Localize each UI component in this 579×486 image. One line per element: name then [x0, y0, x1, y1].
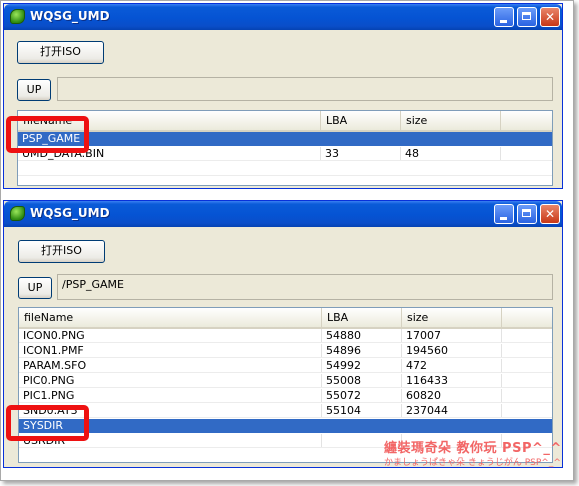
- list-item[interactable]: PSP_GAME: [18, 132, 552, 146]
- filename-cell: ICON0.PNG: [19, 329, 322, 343]
- size-cell: 17007: [402, 329, 502, 343]
- size-cell: [401, 132, 501, 146]
- up-button[interactable]: UP: [17, 79, 51, 101]
- list-item[interactable]: ICON1.PMF 54896 194560: [19, 344, 552, 358]
- open-iso-button[interactable]: 打开ISO: [18, 240, 105, 263]
- size-cell: 116433: [402, 374, 502, 388]
- list-item[interactable]: UMD_DATA.BIN 33 48: [18, 147, 552, 161]
- lba-cell: [321, 132, 401, 146]
- close-button[interactable]: ✕: [540, 204, 560, 224]
- list-item[interactable]: ICON0.PNG 54880 17007: [19, 329, 552, 343]
- list-item[interactable]: SND0.AT3 55104 237044: [19, 404, 552, 418]
- minimize-icon: [500, 217, 507, 220]
- size-cell: 237044: [402, 404, 502, 418]
- maximize-icon: [522, 209, 531, 217]
- filename-cell: ICON1.PMF: [19, 344, 322, 358]
- list-item[interactable]: PIC0.PNG 55008 116433: [19, 374, 552, 388]
- title-bar[interactable]: WQSG_UMD ✕: [4, 201, 562, 227]
- lba-cell: 54896: [322, 344, 402, 358]
- app-icon: [10, 206, 25, 221]
- minimize-button[interactable]: [494, 204, 514, 224]
- column-header-lba[interactable]: LBA: [321, 111, 401, 130]
- list-header: fileName LBA size: [19, 308, 552, 329]
- filename-cell: PARAM.SFO: [19, 359, 322, 373]
- column-header-size[interactable]: size: [401, 111, 501, 130]
- close-icon: ✕: [544, 10, 556, 24]
- lba-cell: [322, 419, 402, 433]
- app-icon: [10, 9, 25, 24]
- watermark-line-1: 纏裝瑪奇朵 教你玩 PSP^_^: [384, 441, 562, 456]
- close-icon: ✕: [544, 207, 556, 221]
- empty-row: [18, 162, 552, 176]
- list-item[interactable]: PIC1.PNG 55072 60820: [19, 389, 552, 403]
- watermark-line-2: かましょうぱきゃ朵 きょうじがん PSP^_^: [384, 458, 561, 468]
- column-header-lba[interactable]: LBA: [322, 308, 402, 327]
- maximize-button[interactable]: [517, 204, 537, 224]
- file-list[interactable]: fileName LBA size PSP_GAME UMD_DATA.BIN …: [17, 110, 553, 186]
- lba-cell: 54992: [322, 359, 402, 373]
- list-header: fileName LBA size: [18, 111, 552, 132]
- highlight-callout-psp-game: [6, 116, 89, 153]
- filename-cell: PIC0.PNG: [19, 374, 322, 388]
- size-cell: 60820: [402, 389, 502, 403]
- up-button[interactable]: UP: [18, 277, 52, 299]
- lba-cell: 33: [321, 147, 401, 161]
- size-cell: 194560: [402, 344, 502, 358]
- close-button[interactable]: ✕: [540, 7, 560, 27]
- size-cell: 48: [401, 147, 501, 161]
- title-bar[interactable]: WQSG_UMD ✕: [4, 4, 562, 30]
- column-header-size[interactable]: size: [402, 308, 502, 327]
- size-cell: 472: [402, 359, 502, 373]
- path-field[interactable]: [57, 77, 553, 101]
- path-field[interactable]: /PSP_GAME: [57, 274, 553, 300]
- wqsg-umd-window-1: WQSG_UMD ✕ 打开ISO UP fileName LBA size PS…: [3, 3, 563, 189]
- list-item[interactable]: PARAM.SFO 54992 472: [19, 359, 552, 373]
- minimize-icon: [500, 20, 507, 23]
- lba-cell: 55072: [322, 389, 402, 403]
- lba-cell: 55008: [322, 374, 402, 388]
- lba-cell: 55104: [322, 404, 402, 418]
- list-item[interactable]: SYSDIR: [19, 419, 552, 433]
- maximize-button[interactable]: [517, 7, 537, 27]
- column-header-filename[interactable]: fileName: [19, 308, 322, 327]
- window-title: WQSG_UMD: [30, 9, 110, 23]
- minimize-button[interactable]: [494, 7, 514, 27]
- lba-cell: 54880: [322, 329, 402, 343]
- open-iso-button[interactable]: 打开ISO: [17, 41, 104, 64]
- size-cell: [402, 419, 502, 433]
- maximize-icon: [522, 12, 531, 20]
- highlight-callout-sysdir: [6, 405, 89, 441]
- window-title: WQSG_UMD: [30, 206, 110, 220]
- filename-cell: PIC1.PNG: [19, 389, 322, 403]
